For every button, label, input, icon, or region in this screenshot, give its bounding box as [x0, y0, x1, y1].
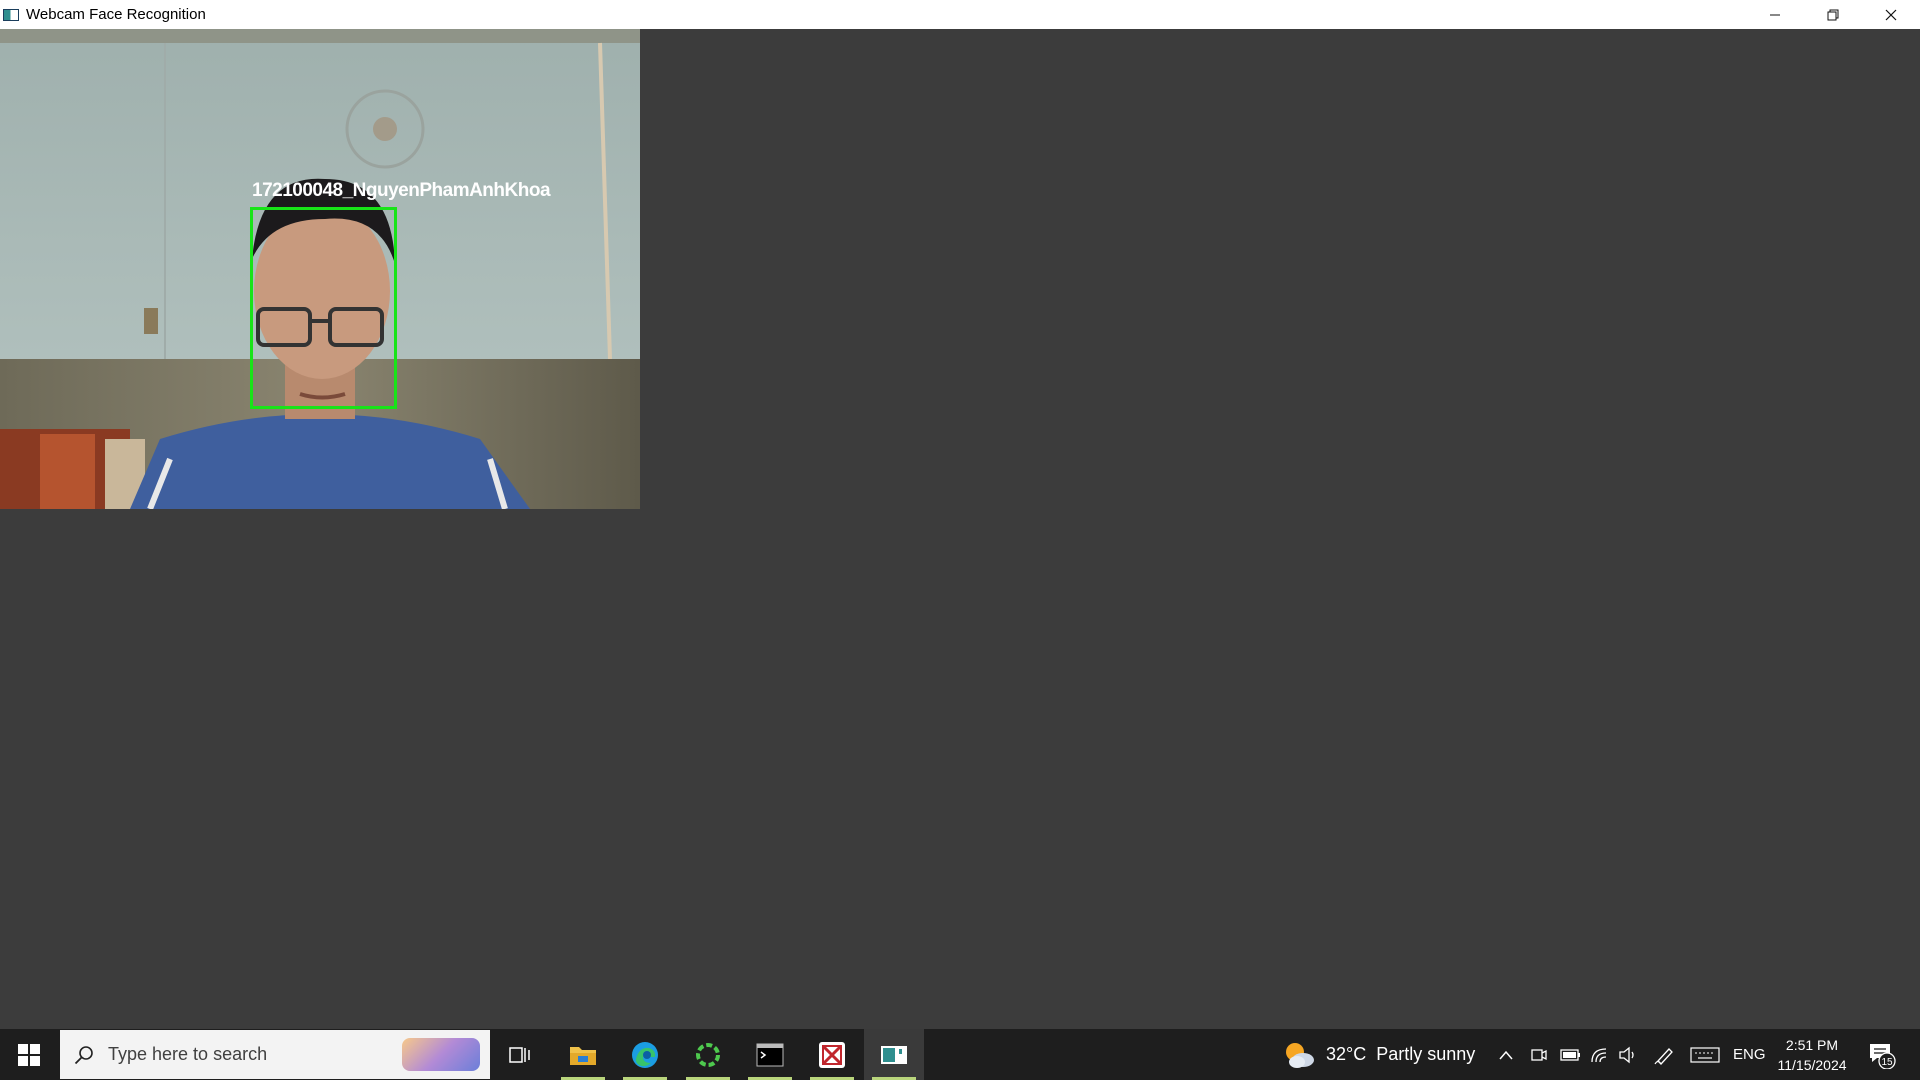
- clock-button[interactable]: 2:51 PM 11/15/2024: [1770, 1035, 1854, 1075]
- restore-button[interactable]: [1804, 0, 1862, 29]
- search-placeholder: Type here to search: [108, 1044, 268, 1064]
- taskbar-search[interactable]: Type here to search: [60, 1030, 490, 1079]
- webcam-app-icon: [881, 1045, 907, 1064]
- taskbar: Type here to search 32°C Partly sunny EN…: [0, 1029, 1920, 1080]
- taskbar-edge[interactable]: [615, 1029, 675, 1080]
- camera-tray-icon: [1531, 1048, 1547, 1061]
- partly-sunny-icon: [1286, 1042, 1314, 1068]
- battery-icon: [1560, 1048, 1580, 1061]
- task-view-icon: [509, 1046, 530, 1063]
- weather-widget[interactable]: 32°C Partly sunny: [1282, 1029, 1475, 1080]
- keyboard-icon: [1690, 1046, 1720, 1063]
- notification-icon: 15: [1870, 1043, 1896, 1069]
- pen-workspace-button[interactable]: [1654, 1029, 1676, 1080]
- window-title: Webcam Face Recognition: [26, 6, 206, 23]
- webcam-window: Webcam Face Recognition 172100048_Nguyen…: [0, 0, 1920, 1029]
- taskbar-kali-app[interactable]: [802, 1029, 862, 1080]
- face-bounding-box: [250, 207, 397, 409]
- clock-date: 11/15/2024: [1777, 1057, 1847, 1073]
- volume-button[interactable]: [1618, 1029, 1638, 1080]
- window-controls: [1746, 0, 1920, 29]
- title-bar[interactable]: Webcam Face Recognition: [0, 0, 1920, 29]
- notification-center-button[interactable]: 15: [1868, 1029, 1896, 1080]
- weather-temperature: 32°C: [1326, 1044, 1367, 1064]
- search-icon: [74, 1045, 93, 1064]
- speaker-icon: [1619, 1046, 1634, 1063]
- notification-count: 15: [1881, 1057, 1893, 1068]
- search-highlight-image: [402, 1038, 480, 1071]
- app-icon: [3, 8, 19, 21]
- windows-logo-icon: [18, 1043, 40, 1066]
- touch-keyboard-button[interactable]: [1690, 1029, 1720, 1080]
- weather-description: Partly sunny: [1376, 1044, 1476, 1064]
- close-button[interactable]: [1862, 0, 1920, 29]
- close-icon: [1885, 9, 1897, 20]
- task-view-button[interactable]: [490, 1029, 550, 1080]
- language-label: ENG: [1733, 1046, 1766, 1063]
- minimize-icon: [1770, 14, 1780, 15]
- kali-app-icon: [819, 1041, 845, 1068]
- taskbar-file-explorer[interactable]: [553, 1029, 613, 1080]
- terminal-icon: [756, 1043, 784, 1066]
- network-button[interactable]: [1590, 1029, 1610, 1080]
- input-language-button[interactable]: ENG: [1733, 1029, 1766, 1080]
- start-button[interactable]: [0, 1029, 58, 1080]
- face-id-label: 172100048_NguyenPhamAnhKhoa: [252, 180, 551, 201]
- clock-time: 2:51 PM: [1785, 1037, 1839, 1053]
- pen-icon: [1654, 1047, 1673, 1065]
- taskbar-terminal[interactable]: [740, 1029, 800, 1080]
- taskbar-webcam-app[interactable]: [864, 1029, 924, 1080]
- minimize-button[interactable]: [1746, 0, 1804, 29]
- restore-icon: [1827, 9, 1839, 20]
- meet-now-button[interactable]: [1530, 1029, 1548, 1080]
- webcam-feed: 172100048_NguyenPhamAnhKhoa: [0, 29, 640, 509]
- battery-button[interactable]: [1560, 1029, 1582, 1080]
- taskbar-spinner-app[interactable]: [678, 1029, 738, 1080]
- file-explorer-icon: [570, 1046, 596, 1065]
- spinner-app-icon: [696, 1042, 720, 1067]
- chevron-up-icon: [1499, 1050, 1513, 1059]
- edge-icon: [632, 1041, 658, 1068]
- show-hidden-icons-button[interactable]: [1498, 1029, 1514, 1080]
- wifi-icon: [1591, 1047, 1607, 1062]
